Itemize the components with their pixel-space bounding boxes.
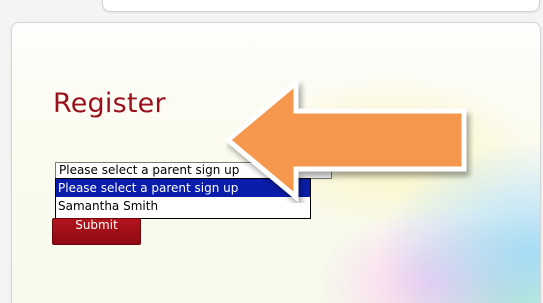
page-title: Register xyxy=(53,88,166,119)
page: Register Please select a parent sign up … xyxy=(0,0,543,303)
arrow-left-icon xyxy=(226,77,467,203)
top-panel xyxy=(102,0,540,12)
submit-button[interactable]: Submit xyxy=(52,218,141,245)
